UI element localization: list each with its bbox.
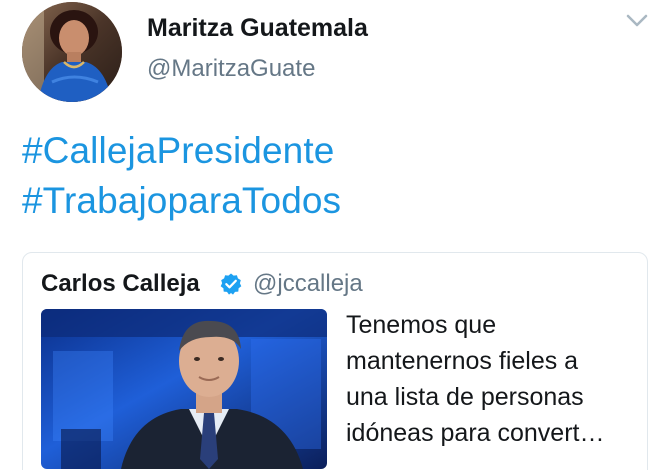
quoted-author-handle: @jccalleja: [253, 270, 363, 297]
hashtag-link[interactable]: #CallejaPresidente: [22, 130, 334, 172]
chevron-down-icon[interactable]: [624, 12, 650, 30]
quoted-text-line: una lista de personas: [346, 383, 584, 411]
author-avatar[interactable]: [22, 2, 122, 102]
author-name[interactable]: Maritza Guatemala: [147, 14, 368, 43]
verified-badge-icon: [219, 272, 243, 296]
quoted-author-name: Carlos Calleja: [41, 270, 200, 297]
hashtag-link[interactable]: #TrabajoparaTodos: [22, 180, 341, 222]
quoted-text-line: idóneas para convert…: [346, 419, 605, 447]
quoted-tweet-text: Tenemos que mantenernos fieles a una lis…: [346, 307, 646, 451]
quoted-text-line: mantenernos fieles a: [346, 347, 579, 375]
quoted-text-line: Tenemos que: [346, 311, 497, 339]
quoted-tweet-image: [41, 309, 327, 469]
author-handle[interactable]: @MaritzaGuate: [147, 55, 315, 83]
quoted-tweet-card[interactable]: Carlos Calleja @jccalleja Tenemos que ma…: [22, 252, 648, 470]
tweet-view: Maritza Guatemala @MaritzaGuate #Calleja…: [0, 0, 670, 470]
avatar-photo: [22, 2, 122, 102]
